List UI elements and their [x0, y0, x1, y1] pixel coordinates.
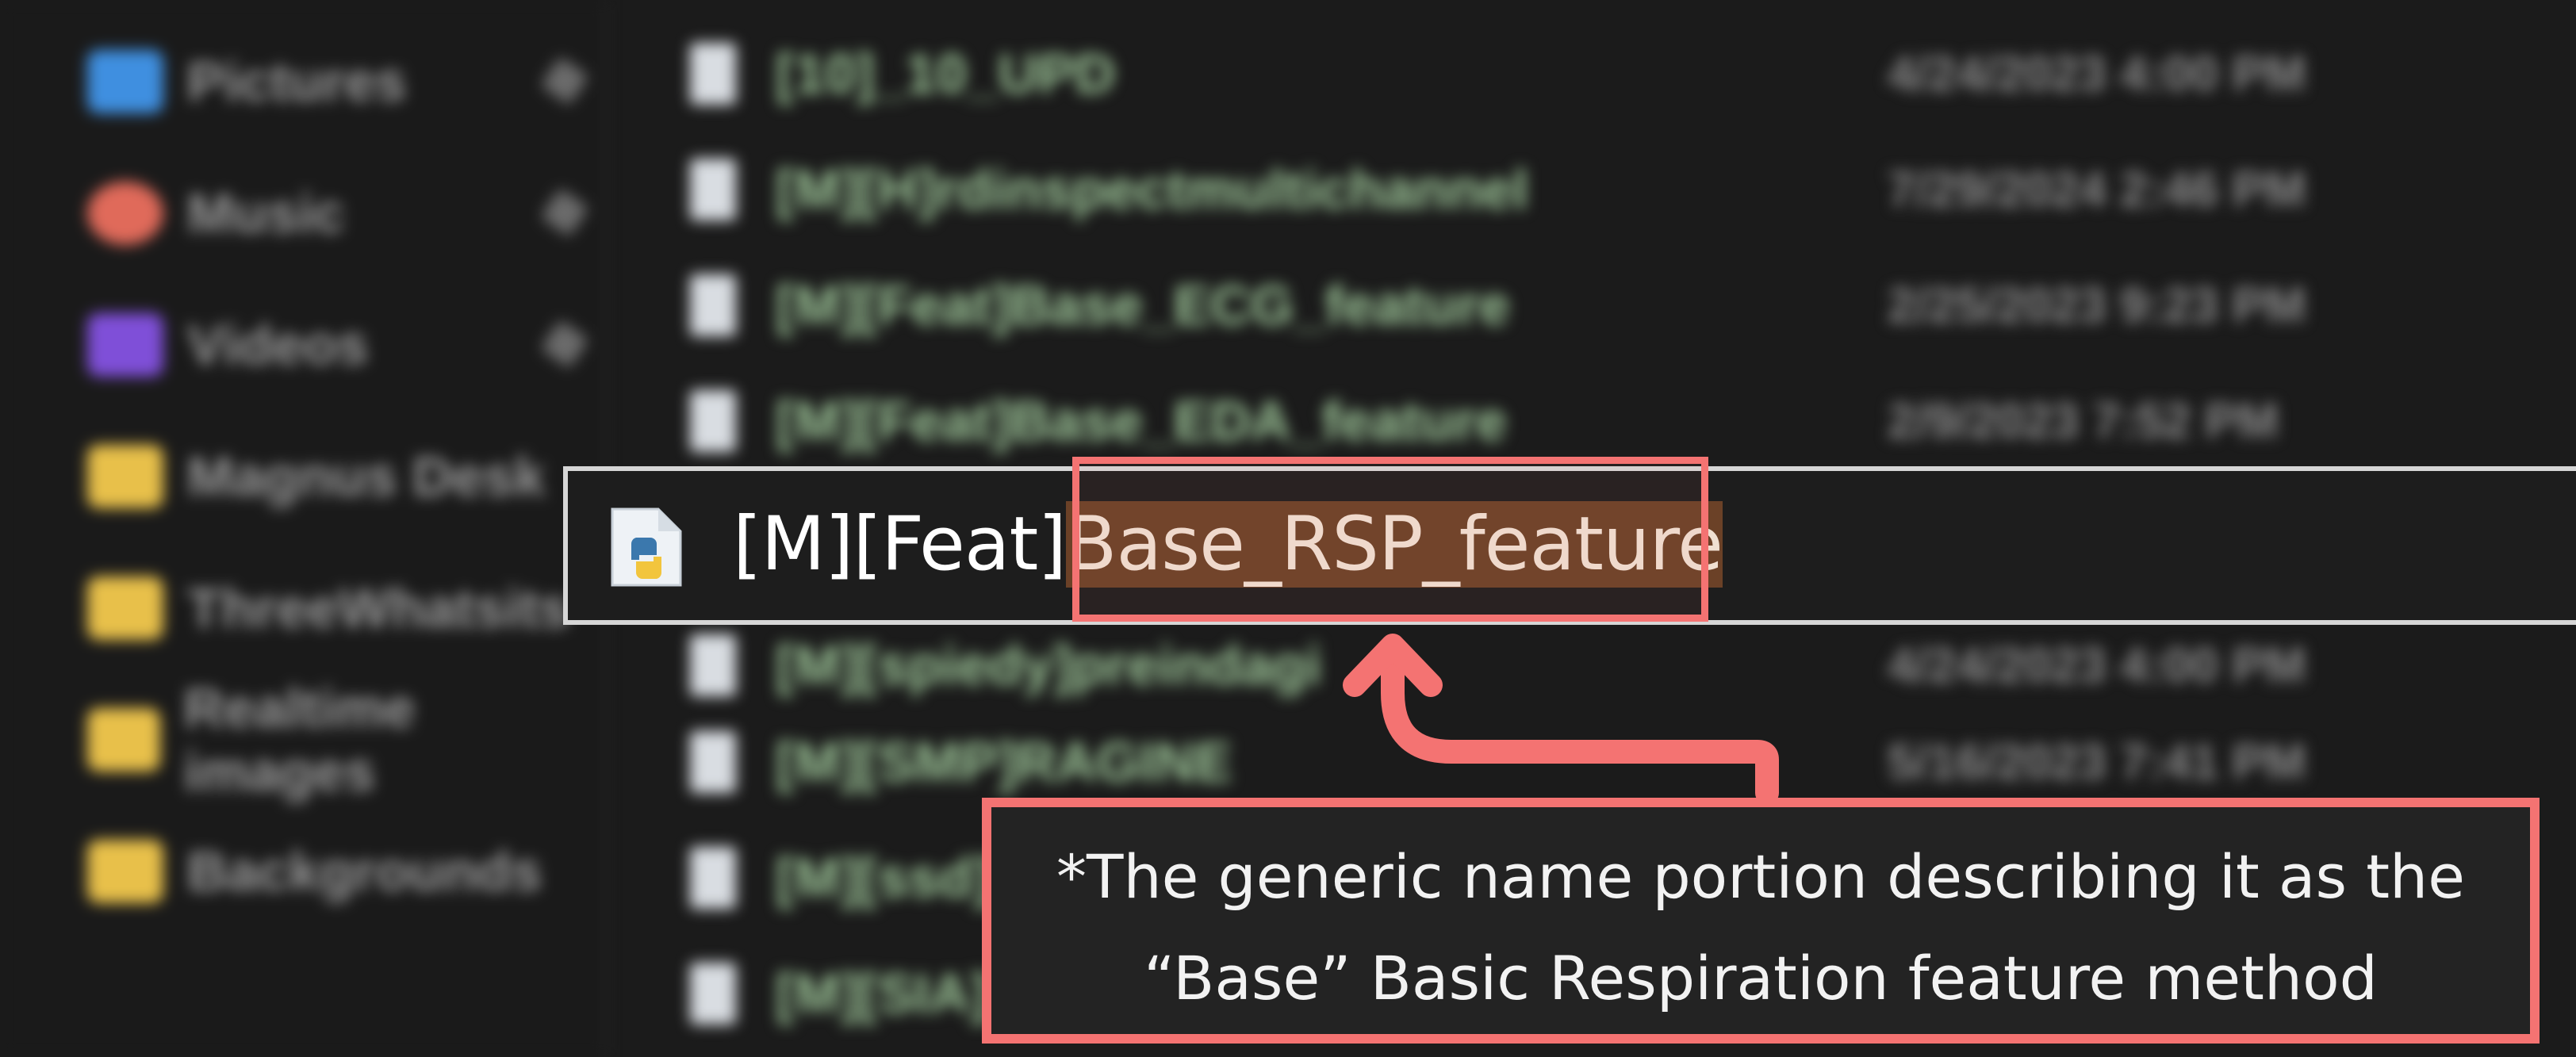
callout-line-2: “Base” Basic Respiration feature method [1144, 943, 2378, 1013]
annotation-callout: *The generic name portion describing it … [982, 798, 2540, 1044]
callout-line-1: *The generic name portion describing it … [1056, 841, 2465, 912]
